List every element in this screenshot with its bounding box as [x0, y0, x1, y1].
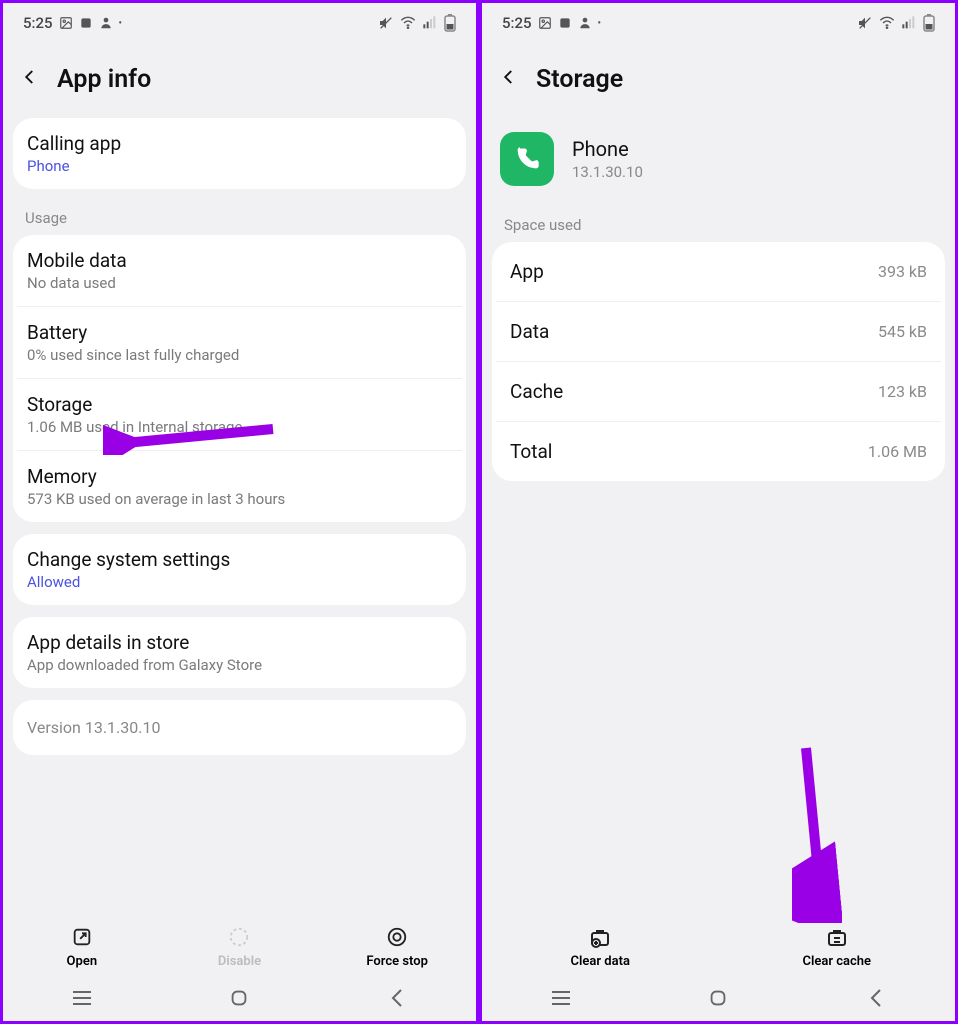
app-name: Phone [572, 137, 643, 161]
battery-icon [923, 14, 935, 32]
page-title: App info [57, 65, 151, 94]
status-time: 5:25 [23, 14, 53, 32]
person-icon [99, 16, 113, 30]
storage-row[interactable]: Storage 1.06 MB used in Internal storage [17, 378, 462, 450]
bottom-action-bar: Open Disable Force stop [3, 916, 476, 973]
status-bar: 5:25 • [3, 3, 476, 39]
clock-icon [558, 16, 572, 30]
nav-bar [3, 973, 476, 1021]
calling-app-title: Calling app [27, 132, 452, 155]
nav-recents[interactable] [52, 990, 112, 1006]
back-button[interactable] [500, 67, 518, 92]
cache-size-row: Cache 123 kB [496, 361, 941, 421]
nav-back[interactable] [367, 988, 427, 1008]
total-size-row: Total 1.06 MB [496, 421, 941, 481]
clear-data-icon [588, 924, 612, 950]
nav-bar [482, 973, 955, 1021]
clock-icon [79, 16, 93, 30]
data-size-row: Data 545 kB [496, 301, 941, 361]
app-version: 13.1.30.10 [572, 163, 643, 181]
dot-icon: • [119, 18, 123, 29]
mute-icon [378, 15, 394, 31]
nav-home[interactable] [209, 987, 269, 1009]
usage-section-label: Usage [3, 201, 476, 235]
calling-app-card[interactable]: Calling app Phone [13, 118, 466, 189]
force-stop-button[interactable]: Force stop [322, 924, 472, 969]
status-time: 5:25 [502, 14, 532, 32]
version-card: Version 13.1.30.10 [13, 700, 466, 755]
person-icon [578, 16, 592, 30]
usage-card: Mobile data No data used Battery 0% used… [13, 235, 466, 522]
app-header: Phone 13.1.30.10 [482, 118, 955, 208]
nav-home[interactable] [688, 987, 748, 1009]
back-button[interactable] [21, 67, 39, 92]
memory-row[interactable]: Memory 573 KB used on average in last 3 … [17, 450, 462, 522]
wifi-icon [879, 15, 895, 31]
force-stop-icon [386, 924, 408, 950]
app-size-row: App 393 kB [492, 242, 945, 301]
disable-button: Disable [164, 924, 314, 969]
calling-app-value: Phone [27, 157, 452, 175]
nav-recents[interactable] [531, 990, 591, 1006]
screen-storage: 5:25 • Storage Phone 13.1.30.10 [479, 0, 958, 1024]
disable-icon [228, 924, 250, 950]
clear-data-button[interactable]: Clear data [490, 924, 710, 969]
screen-app-info: 5:25 • App info Calling app Phone Usage [0, 0, 479, 1024]
wifi-icon [400, 15, 416, 31]
header: Storage [482, 39, 955, 118]
clear-cache-button[interactable]: Clear cache [727, 924, 947, 969]
nav-back[interactable] [846, 988, 906, 1008]
battery-row[interactable]: Battery 0% used since last fully charged [17, 306, 462, 378]
phone-app-icon [500, 132, 554, 186]
open-icon [71, 924, 93, 950]
open-button[interactable]: Open [7, 924, 157, 969]
space-used-card: App 393 kB Data 545 kB Cache 123 kB Tota… [492, 242, 945, 481]
image-icon [59, 16, 73, 30]
dot-icon: • [598, 18, 602, 29]
mute-icon [857, 15, 873, 31]
battery-icon [444, 14, 456, 32]
header: App info [3, 39, 476, 118]
mobile-data-row[interactable]: Mobile data No data used [13, 235, 466, 306]
status-bar: 5:25 • [482, 3, 955, 39]
page-title: Storage [536, 65, 623, 94]
space-used-label: Space used [482, 208, 955, 242]
clear-cache-icon [825, 924, 849, 950]
signal-icon [422, 15, 438, 31]
bottom-action-bar: Clear data Clear cache [482, 916, 955, 973]
system-settings-card[interactable]: Change system settings Allowed [13, 534, 466, 605]
image-icon [538, 16, 552, 30]
app-details-card[interactable]: App details in store App downloaded from… [13, 617, 466, 688]
signal-icon [901, 15, 917, 31]
